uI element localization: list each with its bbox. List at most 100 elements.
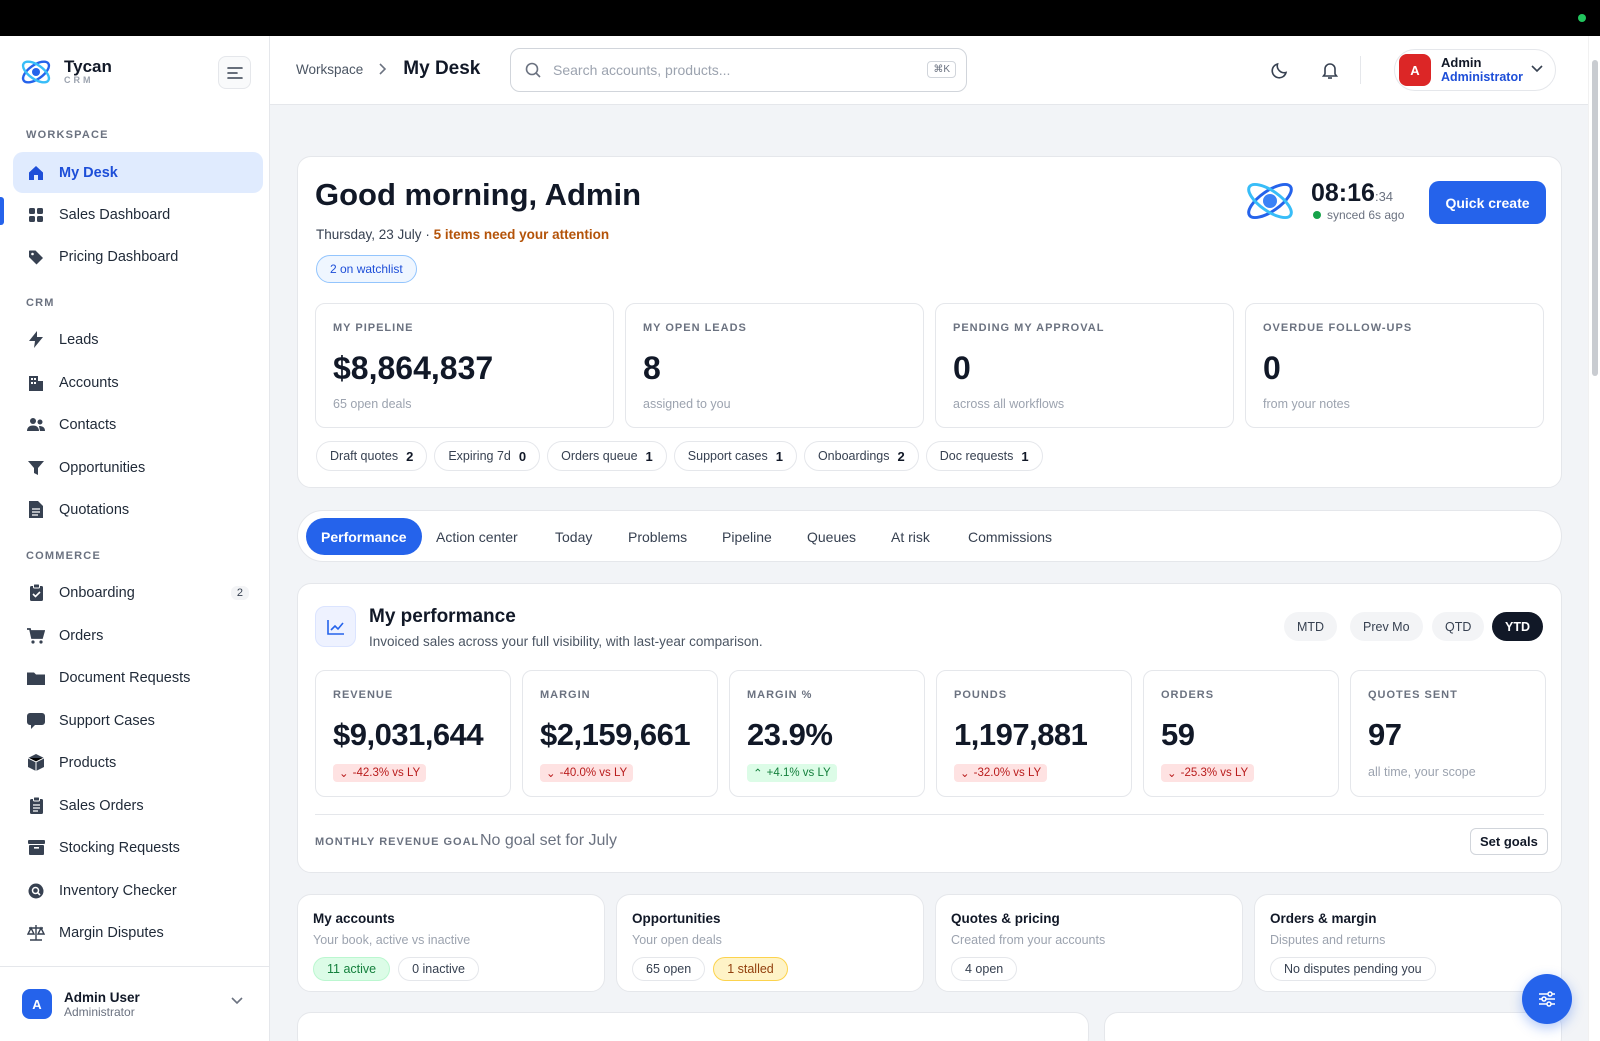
pill-active-accounts[interactable]: 11 active [313, 957, 391, 981]
sidebar-item-document-requests[interactable]: Document Requests [13, 657, 263, 698]
sidebar-item-sales-orders[interactable]: Sales Orders [13, 785, 263, 826]
sidebar-item-support-cases[interactable]: Support Cases [13, 700, 263, 741]
sidebar-item-stocking-requests[interactable]: Stocking Requests [13, 827, 263, 868]
watchlist-pill[interactable]: 2 on watchlist [316, 255, 417, 283]
metric-delta: -40.0% vs LY [559, 767, 628, 779]
metric-value: 1,197,881 [954, 717, 1088, 752]
mini-card-title: Orders & margin [1270, 911, 1377, 926]
mini-card-orders-margin[interactable]: Orders & margin Disputes and returns No … [1254, 894, 1562, 992]
tab-at-risk[interactable]: At risk [876, 518, 945, 555]
range-mtd[interactable]: MTD [1284, 612, 1338, 641]
nav-section-workspace: WORKSPACE [26, 129, 109, 141]
kpi-value: 0 [953, 350, 971, 386]
metric-quotes-sent[interactable]: QUOTES SENT 97 all time, your scope [1350, 670, 1546, 797]
pill-open-deals[interactable]: 65 open [632, 957, 706, 981]
sidebar-user-menu[interactable]: A Admin User Administrator [0, 966, 269, 1041]
sidebar-item-label: Products [59, 754, 117, 771]
sidebar-item-products[interactable]: Products [13, 742, 263, 783]
sidebar-item-accounts[interactable]: Accounts [13, 362, 263, 403]
chip-doc-requests[interactable]: Doc requests 1 [925, 441, 1043, 471]
sidebar-item-opportunities[interactable]: Opportunities [13, 447, 263, 488]
queue-chips: Draft quotes 2 Expiring 7d 0 Orders queue 1… [316, 441, 1043, 471]
metric-delta-badge: ⌃ +4.1% vs LY [747, 764, 837, 782]
pill-disputes[interactable]: No disputes pending you [1270, 957, 1436, 981]
mini-card-accounts[interactable]: My accounts Your book, active vs inactiv… [297, 894, 605, 992]
kpi-hint: across all workflows [953, 397, 1065, 411]
sidebar-item-my-desk[interactable]: My Desk [13, 152, 263, 193]
metric-hint: all time, your scope [1368, 765, 1476, 779]
chip-expiring[interactable]: Expiring 7d 0 [434, 441, 541, 471]
sidebar-item-pricing-dashboard[interactable]: Pricing Dashboard [13, 236, 263, 277]
kpi-card-pipeline[interactable]: MY PIPELINE $8,864,837 65 open deals [315, 303, 614, 428]
chip-count: 1 [775, 448, 783, 464]
search-box[interactable]: ⌘K [510, 48, 967, 92]
nav-section-commerce: COMMERCE [26, 550, 101, 562]
metric-margin-pct[interactable]: MARGIN % 23.9% ⌃ +4.1% vs LY [729, 670, 925, 797]
metric-orders[interactable]: ORDERS 59 ⌄ -25.3% vs LY [1143, 670, 1339, 797]
chip-onboardings[interactable]: Onboardings 2 [803, 441, 919, 471]
tab-pipeline[interactable]: Pipeline [707, 518, 787, 555]
tab-queues[interactable]: Queues [792, 518, 871, 555]
sidebar-item-leads[interactable]: Leads [13, 319, 263, 360]
sidebar-item-orders[interactable]: Orders [13, 615, 263, 656]
scrollbar-thumb[interactable] [1592, 60, 1598, 376]
quick-create-button[interactable]: Quick create [1429, 181, 1546, 224]
metric-revenue[interactable]: REVENUE $9,031,644 ⌄ -42.3% vs LY [315, 670, 511, 797]
sidebar-item-onboarding[interactable]: Onboarding 2 [13, 572, 263, 613]
sidebar-item-margin-disputes[interactable]: Margin Disputes [13, 912, 263, 953]
range-qtd[interactable]: QTD [1432, 612, 1485, 641]
brand[interactable]: Tycan CRM [18, 54, 112, 90]
today-card-partial [1104, 1012, 1562, 1041]
kpi-label: OVERDUE FOLLOW-UPS [1263, 322, 1413, 334]
arrow-up-icon: ⌃ [753, 768, 763, 780]
sidebar-item-quotations[interactable]: Quotations [13, 489, 263, 530]
search-input[interactable] [553, 62, 913, 78]
attention-link[interactable]: 5 items need your attention [434, 227, 610, 242]
tab-commissions[interactable]: Commissions [953, 518, 1067, 555]
chip-orders-queue[interactable]: Orders queue 1 [547, 441, 667, 471]
header-divider [1360, 56, 1361, 84]
brand-logo-icon [21, 60, 51, 84]
mini-card-opportunities[interactable]: Opportunities Your open deals 65 open 1 … [616, 894, 924, 992]
folder-icon [27, 669, 45, 687]
os-top-bar [0, 0, 1600, 36]
kpi-card-pending-approval[interactable]: PENDING MY APPROVAL 0 across all workflo… [935, 303, 1234, 428]
metric-pounds[interactable]: POUNDS 1,197,881 ⌄ -32.0% vs LY [936, 670, 1132, 797]
sidebar-user-name: Admin User [64, 989, 140, 1005]
document-icon [27, 501, 45, 519]
sidebar-item-label: Leads [59, 331, 99, 348]
range-prev-mo[interactable]: Prev Mo [1350, 612, 1423, 641]
tab-action-center[interactable]: Action center [421, 518, 533, 555]
chip-support-cases[interactable]: Support cases 1 [673, 441, 797, 471]
header-user-menu[interactable]: A Admin Administrator [1394, 49, 1556, 91]
set-goals-button[interactable]: Set goals [1470, 828, 1548, 855]
metric-value: 59 [1161, 717, 1195, 752]
theme-toggle-button[interactable] [1268, 58, 1292, 82]
kpi-card-open-leads[interactable]: MY OPEN LEADS 8 assigned to you [625, 303, 924, 428]
sidebar-collapse-button[interactable] [218, 56, 251, 89]
range-ytd[interactable]: YTD [1492, 612, 1543, 641]
pill-open-quotes[interactable]: 4 open [951, 957, 1018, 981]
page-scrollbar[interactable] [1588, 36, 1600, 1041]
filter-settings-fab[interactable] [1522, 974, 1572, 1024]
chart-line-icon [315, 606, 356, 647]
tab-problems[interactable]: Problems [613, 518, 702, 555]
chip-count: 2 [406, 448, 414, 464]
pill-inactive-accounts[interactable]: 0 inactive [398, 957, 479, 981]
notifications-button[interactable] [1318, 58, 1342, 82]
clipboard-icon [27, 584, 45, 602]
sidebar-item-inventory-checker[interactable]: Inventory Checker [13, 870, 263, 911]
goal-label: MONTHLY REVENUE GOAL [315, 836, 480, 848]
tab-today[interactable]: Today [540, 518, 607, 555]
breadcrumb-root[interactable]: Workspace [296, 62, 363, 77]
grid-icon [27, 206, 45, 224]
sidebar-item-sales-dashboard[interactable]: Sales Dashboard [13, 194, 263, 235]
tab-performance[interactable]: Performance [306, 518, 422, 555]
status-dot [1578, 14, 1586, 22]
chip-draft-quotes[interactable]: Draft quotes 2 [316, 441, 428, 471]
metric-margin[interactable]: MARGIN $2,159,661 ⌄ -40.0% vs LY [522, 670, 718, 797]
sidebar-item-contacts[interactable]: Contacts [13, 404, 263, 445]
mini-card-quotes-pricing[interactable]: Quotes & pricing Created from your accou… [935, 894, 1243, 992]
pill-stalled-deals[interactable]: 1 stalled [713, 957, 788, 981]
kpi-card-overdue-followups[interactable]: OVERDUE FOLLOW-UPS 0 from your notes [1245, 303, 1544, 428]
